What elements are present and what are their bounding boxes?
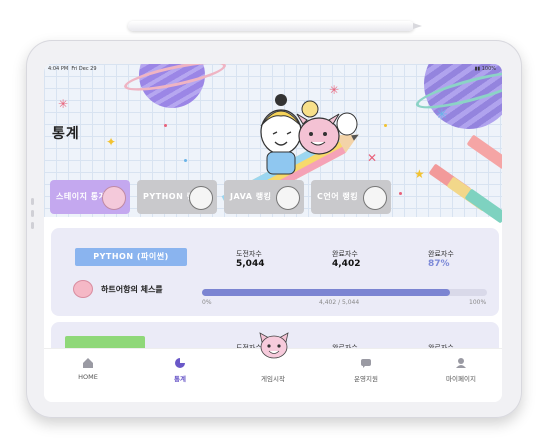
nav-support[interactable]: 운영지원 (336, 357, 396, 383)
course-ribbon: PYTHON (파이썬) (75, 248, 187, 266)
star-decoration: ★ (414, 167, 425, 181)
stat-card-python[interactable]: PYTHON (파이썬) 하트어항의 체스를 도전자수 5,044 완료자수 4… (51, 228, 499, 316)
tab-c-ranking[interactable]: C언어 랭킹 (311, 180, 391, 214)
lesson-name: 하트어항의 체스를 (101, 285, 163, 294)
home-icon (83, 358, 93, 368)
stat-label-completers: 완료자수 (332, 250, 358, 258)
battery-indicator: ▮▮ 100% (474, 66, 496, 72)
nav-label: 마이페이지 (446, 375, 476, 383)
nav-label: 통계 (174, 375, 186, 383)
heart-fish-icon (73, 280, 93, 298)
confetti-dot (164, 124, 167, 127)
stats-tab-bar: 스테이지 통계 PYTHON 랭킹 JAVA 랭킹 C언어 랭킹 (50, 180, 500, 218)
crayon-illustration (466, 134, 502, 170)
status-time: 4:04 PM (48, 66, 69, 72)
chat-icon (361, 359, 371, 368)
app-screen: ✳ ✦ ✳ ✳ ✳ ★ ✕ (44, 64, 502, 402)
page-title: 통계 (52, 126, 80, 142)
stat-label-challengers: 도전자수 (236, 250, 262, 258)
star-decoration: ✦ (106, 135, 117, 149)
stylus-pencil (128, 21, 422, 31)
cat-icon[interactable] (258, 332, 290, 360)
nav-stats[interactable]: 통계 (150, 357, 210, 383)
stat-value-completers: 4,402 (332, 259, 361, 269)
stat-label-completion-rate: 완료자수 (428, 250, 454, 258)
tab-stage-stats[interactable]: 스테이지 통계 (50, 180, 130, 214)
tab-label: JAVA 랭킹 (230, 192, 272, 201)
progress-fill (202, 289, 450, 296)
rabbit-character-icon (276, 186, 300, 210)
tab-java-ranking[interactable]: JAVA 랭킹 (224, 180, 304, 214)
star-decoration: ✳ (436, 107, 448, 123)
nav-my-page[interactable]: 마이페이지 (431, 357, 491, 383)
stats-icon (175, 358, 185, 368)
side-button (31, 198, 34, 205)
tab-label: C언어 랭킹 (317, 192, 359, 201)
confetti-dot (384, 124, 387, 127)
penguin-character-icon (189, 186, 213, 210)
person-icon (456, 358, 466, 368)
tab-label: 스테이지 통계 (56, 192, 107, 201)
completion-progress-bar (202, 289, 487, 296)
status-date: Fri Dec 29 (71, 66, 97, 72)
side-button (31, 222, 34, 229)
stat-value-challengers: 5,044 (236, 259, 265, 269)
stat-value-completion-rate: 87% (428, 259, 450, 269)
nav-label: HOME (78, 373, 98, 381)
progress-start-label: 0% (202, 299, 212, 306)
nav-home[interactable]: HOME (58, 357, 118, 381)
progress-end-label: 100% (469, 299, 487, 306)
tab-python-ranking[interactable]: PYTHON 랭킹 (137, 180, 217, 214)
nav-game-start[interactable]: 게임시작 (243, 357, 303, 383)
battery-level: 100% (481, 66, 496, 72)
progress-mid-label: 4,402 / 5,044 (319, 299, 360, 306)
hat-character-icon (363, 186, 387, 210)
confetti-dot (184, 159, 187, 162)
nav-label: 운영지원 (354, 375, 378, 383)
nav-label: 게임시작 (261, 375, 285, 383)
pig-character-icon (102, 186, 126, 210)
status-bar: 4:04 PM Fri Dec 29 ▮▮ 100% (44, 64, 502, 74)
side-button (31, 210, 34, 217)
star-decoration: ✳ (58, 97, 69, 111)
